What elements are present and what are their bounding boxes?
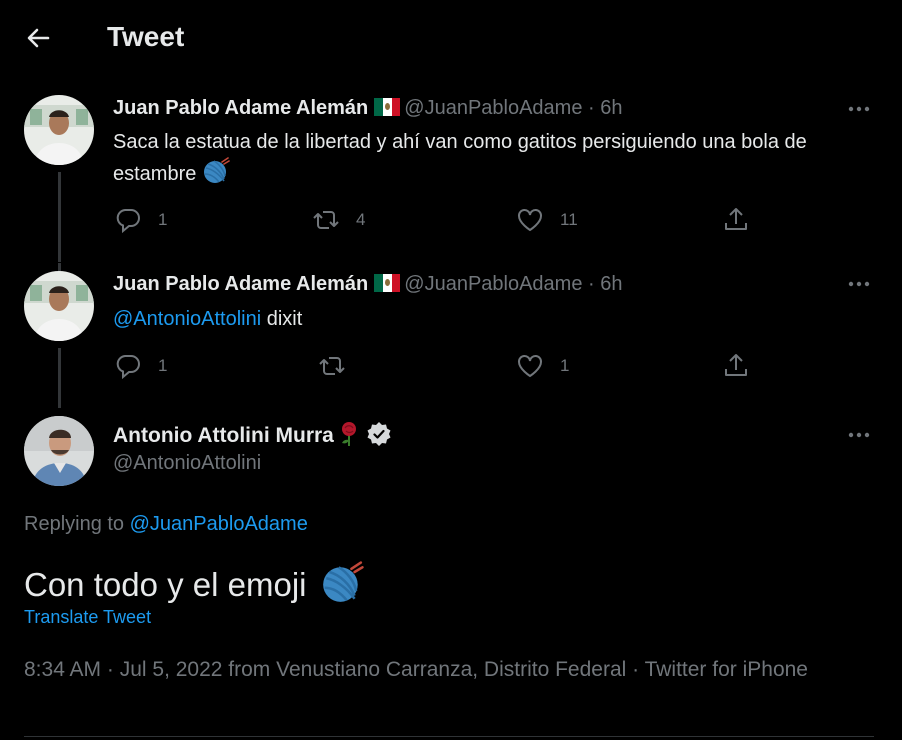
replying-prefix: Replying to [24,513,130,535]
avatar-juan-pablo[interactable] [24,95,94,165]
tweet-meta: Juan Pablo Adame Alemán @JuanPabloAdame ·… [113,273,623,296]
share-button[interactable] [722,352,766,380]
reply-count: 1 [158,210,168,229]
avatar-juan-pablo[interactable] [24,271,94,341]
tweet-text-content: dixit [261,308,303,330]
author-handle[interactable]: @JuanPabloAdame [404,273,582,295]
mention-link[interactable]: @AntonioAttolini [113,308,261,330]
share-icon [725,208,747,230]
retweet-button[interactable] [318,352,362,380]
like-icon [518,355,542,378]
main-tweet-text-content: Con todo y el emoji [24,566,307,603]
tweet-time[interactable]: 6h [600,97,622,119]
verified-badge-icon [366,421,392,447]
translate-tweet-link[interactable]: Translate Tweet [24,607,151,628]
mexico-flag-icon [374,98,401,116]
reply-count: 1 [158,356,168,375]
thread-connector [58,172,61,262]
rose-emoji-icon [338,421,360,447]
main-tweet-text: Con todo y el emoji [24,561,364,605]
tweet-meta: Juan Pablo Adame Alemán @JuanPabloAdame ·… [113,97,623,120]
more-icon [848,432,870,438]
replying-to: Replying to @JuanPabloAdame [24,513,308,536]
retweet-button[interactable]: 4 [312,206,365,234]
back-button[interactable] [22,22,54,54]
back-arrow-icon [27,28,50,48]
mexico-flag-icon [374,274,401,292]
yarn-emoji-icon [320,561,364,605]
divider [24,736,874,737]
replying-handle-link[interactable]: @JuanPabloAdame [130,513,308,535]
tweet-timestamp[interactable]: 8:34 AM · Jul 5, 2022 from Venustiano Ca… [24,655,844,685]
meta-separator: · [582,97,601,119]
reply-button[interactable]: 1 [114,352,167,380]
yarn-emoji-icon [202,157,230,185]
thread-connector [58,348,61,408]
share-button[interactable] [722,206,766,234]
more-options-button[interactable] [846,274,872,294]
more-icon [848,281,870,287]
main-author-name-row: Antonio Attolini Murra [113,421,392,448]
page-title: Tweet [107,21,185,52]
thread-connector-top [58,263,61,271]
share-icon [725,354,747,376]
tweet-text: @AntonioAttolini dixit [113,304,883,334]
reply-button[interactable]: 1 [114,206,167,234]
more-options-button[interactable] [846,99,872,119]
top-bar: Tweet [0,0,902,76]
like-count: 1 [560,356,570,375]
author-handle[interactable]: @JuanPabloAdame [404,97,582,119]
tweet-time[interactable]: 6h [600,273,622,295]
like-icon [518,209,542,232]
reply-icon [116,209,140,234]
author-handle[interactable]: @AntonioAttolini [113,452,261,475]
tweet-text: Saca la estatua de la libertad y ahí van… [113,127,883,189]
retweet-icon [313,211,339,229]
author-name[interactable]: Antonio Attolini Murra [113,424,334,447]
meta-separator: · [582,273,601,295]
like-count: 11 [560,210,578,229]
more-icon [848,106,870,112]
reply-icon [116,355,140,380]
like-button[interactable]: 1 [516,352,569,380]
author-name[interactable]: Juan Pablo Adame Alemán [113,273,368,295]
more-options-button[interactable] [846,425,872,445]
like-button[interactable]: 11 [516,206,578,234]
avatar-antonio[interactable] [24,416,94,486]
author-name[interactable]: Juan Pablo Adame Alemán [113,97,368,119]
retweet-icon [319,357,345,375]
retweet-count: 4 [356,210,366,229]
